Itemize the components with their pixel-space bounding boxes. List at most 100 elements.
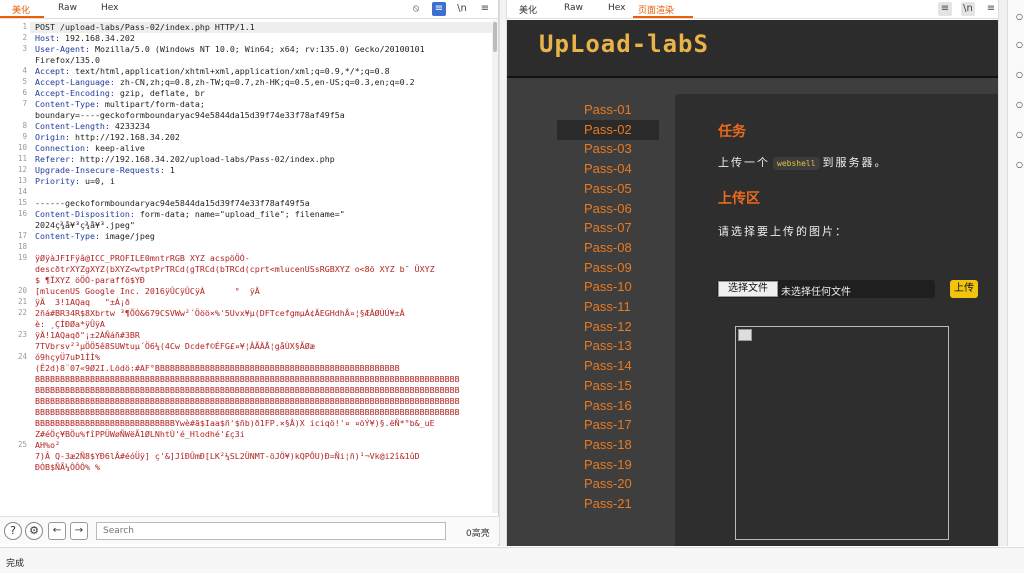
- code-line[interactable]: Content-Disposition: form-data; name="up…: [35, 209, 345, 220]
- code-line[interactable]: Priority: u=0, i: [35, 176, 115, 187]
- menu-item-pass-07[interactable]: Pass-07: [557, 218, 659, 238]
- menu-item-pass-12[interactable]: Pass-12: [557, 317, 659, 337]
- request-scrollbar[interactable]: [492, 20, 498, 513]
- tab-hex[interactable]: Hex: [101, 3, 118, 13]
- request-code-view[interactable]: 1 2 3 4 5 6 7 8 9 10 11 12 13 14 15 16 17 18 19 20 21 22 23 24 2…: [0, 20, 492, 513]
- code-line[interactable]: Accept-Language: zh-CN,zh;q=0.8,zh-TW;q=…: [35, 77, 415, 88]
- tab-render[interactable]: 页面渲染: [638, 3, 674, 16]
- code-line[interactable]: 7)Â Q-3æ2Ñ8$YÐ6lÂ#éóÜÿ] ç'&]JîÐÛmÐ[LK²¼S…: [35, 451, 420, 462]
- menu-item-pass-18[interactable]: Pass-18: [557, 435, 659, 455]
- code-line[interactable]: Origin: http://192.168.34.202: [35, 132, 180, 143]
- code-line[interactable]: AH%o²: [35, 440, 60, 451]
- code-line[interactable]: descðtrXYZgXYZ(bXYZ<wtptPrTRCd(gTRCd(bTR…: [35, 264, 435, 275]
- code-line[interactable]: Connection: keep-alive: [35, 143, 145, 154]
- menu-item-pass-04[interactable]: Pass-04: [557, 159, 659, 179]
- menu-item-pass-02[interactable]: Pass-02: [557, 119, 659, 140]
- menu-item-pass-05[interactable]: Pass-05: [557, 179, 659, 199]
- menu-item-pass-09[interactable]: Pass-09: [557, 258, 659, 278]
- file-input[interactable]: 选择文件 未选择任何文件: [717, 280, 935, 298]
- code-line[interactable]: Content-Type: multipart/form-data;: [35, 99, 205, 110]
- code-line[interactable]: ÿÄ 3!1AQaq "±Á¡ð: [35, 297, 130, 308]
- code-line[interactable]: ÿØÿàJFIFÿâ@ICC_PROFILE0mntrRGB XYZ acspö…: [35, 253, 250, 264]
- code-line[interactable]: POST /upload-labs/Pass-02/index.php HTTP…: [30, 22, 492, 33]
- inspector-icon[interactable]: ○: [1016, 100, 1024, 109]
- code-line[interactable]: Content-Length: 4233234: [35, 121, 150, 132]
- menu-item-pass-20[interactable]: Pass-20: [557, 474, 659, 494]
- tab-raw[interactable]: Raw: [58, 3, 77, 13]
- copy-icon[interactable]: ≡: [938, 2, 952, 16]
- tab-pretty-response[interactable]: 美化: [519, 3, 537, 16]
- upload-button[interactable]: 上传: [950, 280, 978, 298]
- code-line[interactable]: ÐÒB$ÑÃ¼ÔÔÔ% %: [35, 462, 100, 473]
- line-number: 17: [17, 231, 27, 240]
- code-line[interactable]: BBBBBBBBBBBBBBBBBBBBBBBBBBBBBBBBBBBBBBBB…: [35, 385, 460, 396]
- code-line[interactable]: è: ¸ÇÍÐØa*ÿÛÿA: [35, 319, 105, 330]
- menu-item-pass-10[interactable]: Pass-10: [557, 277, 659, 297]
- search-input[interactable]: [96, 522, 446, 540]
- code-line[interactable]: BBBBBBBBBBBBBBBBBBBBBBBBBBBBBBBBBBBBBBBB…: [35, 374, 460, 385]
- help-icon[interactable]: ?: [4, 522, 22, 540]
- code-line[interactable]: Upgrade-Insecure-Requests: 1: [35, 165, 175, 176]
- code-line[interactable]: User-Agent: Mozilla/5.0 (Windows NT 10.0…: [35, 44, 425, 55]
- line-number: 5: [22, 77, 27, 86]
- menu-item-pass-03[interactable]: Pass-03: [557, 139, 659, 159]
- menu-item-pass-17[interactable]: Pass-17: [557, 415, 659, 435]
- code-line[interactable]: 7TVbrsv²³µÖÖ5ê8SUWtuµ´Ö6¼(4Cw Dcdef©ÉFG£…: [35, 341, 315, 352]
- code-line[interactable]: Z#éÖç¥BÖu%fîPPÜWøÑWëÃ1ØLNhtÙ'é_Hlodhé'£ç…: [35, 429, 245, 440]
- code-line[interactable]: Firefox/135.0: [35, 55, 100, 66]
- code-line[interactable]: 2024ç¾å¥³ç¾å¥³.jpeg": [35, 220, 135, 231]
- inspector-icon[interactable]: ○: [1016, 70, 1024, 79]
- menu-item-pass-16[interactable]: Pass-16: [557, 396, 659, 416]
- code-line[interactable]: boundary=----geckoformboundaryac94e5844d…: [35, 110, 345, 121]
- prev-arrow-icon[interactable]: ←: [48, 522, 66, 540]
- gear-icon[interactable]: ⚙: [25, 522, 43, 540]
- menu-item-pass-13[interactable]: Pass-13: [557, 336, 659, 356]
- code-line[interactable]: BBBBBBBBBBBBBBBBBBBBBBBBBBBBBBBBBBBBBBBB…: [35, 396, 460, 407]
- wrap-icon[interactable]: ≡: [432, 2, 446, 16]
- code-line[interactable]: Content-Type: image/jpeg: [35, 231, 155, 242]
- code-line[interactable]: $ ¶ÏXYZ öÖÓ-paraffö$YÐ: [35, 275, 145, 286]
- code-line[interactable]: Accept: text/html,application/xhtml+xml,…: [35, 66, 390, 77]
- menu-item-pass-21[interactable]: Pass-21: [557, 494, 659, 514]
- newline-icon[interactable]: \n: [961, 2, 975, 16]
- header-value: zh-CN,zh;q=0.8,zh-TW;q=0.7,zh-HK;q=0.5,e…: [114, 77, 415, 87]
- next-arrow-icon[interactable]: →: [70, 522, 88, 540]
- code-line[interactable]: Accept-Encoding: gzip, deflate, br: [35, 88, 205, 99]
- menu-item-pass-19[interactable]: Pass-19: [557, 455, 659, 475]
- menu-icon[interactable]: ≡: [984, 2, 998, 16]
- menu-icon[interactable]: ≡: [478, 2, 492, 16]
- menu-item-pass-06[interactable]: Pass-06: [557, 199, 659, 219]
- header-value: form-data; name="upload_file"; filename=…: [134, 209, 345, 219]
- tab-pretty[interactable]: 美化: [12, 3, 30, 16]
- menu-item-pass-14[interactable]: Pass-14: [557, 356, 659, 376]
- code-line[interactable]: 2ñá#BR34R$8Xbrtw ³¶ÕÓ&679CSVWw²´Ööö×%'5U…: [35, 308, 405, 319]
- code-line[interactable]: Referer: http://192.168.34.202/upload-la…: [35, 154, 335, 165]
- code-line[interactable]: BBBBBBBBBBBBBBBBBBBBBBBBBBBBYwè#ã$Iaa$ñ'…: [35, 418, 435, 429]
- inspector-icon[interactable]: ○: [1016, 40, 1024, 49]
- newline-icon[interactable]: \n: [455, 2, 469, 16]
- code-line[interactable]: Host: 192.168.34.202: [35, 33, 135, 44]
- code-line[interactable]: [mlucenUS Google Inc. 2016ÿÛCÿÛCÿÀ ° ÿÄ: [35, 286, 260, 297]
- menu-item-pass-08[interactable]: Pass-08: [557, 238, 659, 258]
- inspector-icon[interactable]: ○: [1016, 12, 1024, 21]
- render-scrollbar[interactable]: [998, 0, 1007, 546]
- menu-item-pass-15[interactable]: Pass-15: [557, 376, 659, 396]
- tab-raw-response[interactable]: Raw: [564, 3, 583, 13]
- choose-file-button[interactable]: 选择文件: [718, 281, 778, 297]
- eye-off-icon[interactable]: ⦸: [409, 2, 423, 16]
- menu-item-pass-01[interactable]: Pass-01: [557, 100, 659, 120]
- code-line[interactable]: ó9hçyÜ7uÞ1ÌÌ%: [35, 352, 100, 363]
- rendered-page: UpLoad-labS Pass-01 Pass-02 Pass-03 Pass-04…: [507, 20, 998, 546]
- code-line[interactable]: BBBBBBBBBBBBBBBBBBBBBBBBBBBBBBBBBBBBBBBB…: [35, 407, 460, 418]
- header-value: Firefox/135.0: [35, 55, 100, 65]
- header-value: 4233234: [109, 121, 150, 131]
- tab-hex-response[interactable]: Hex: [608, 3, 625, 13]
- inspector-icon[interactable]: ○: [1016, 130, 1024, 139]
- pane-divider[interactable]: [499, 0, 507, 546]
- inspector-icon[interactable]: ○: [1016, 160, 1024, 169]
- scroll-thumb[interactable]: [493, 22, 497, 52]
- menu-item-pass-11[interactable]: Pass-11: [557, 297, 659, 317]
- code-line[interactable]: (Ê2d)8¨07«9Ø2I.Lõdö:#AF°BBBBBBBBBBBBBBBB…: [35, 363, 400, 374]
- code-line[interactable]: ------geckoformboundaryac94e5844da15d39f…: [35, 198, 310, 209]
- code-line[interactable]: ÿÄ!1AQaqð"¡±2ÀÑáñ#3BR: [35, 330, 140, 341]
